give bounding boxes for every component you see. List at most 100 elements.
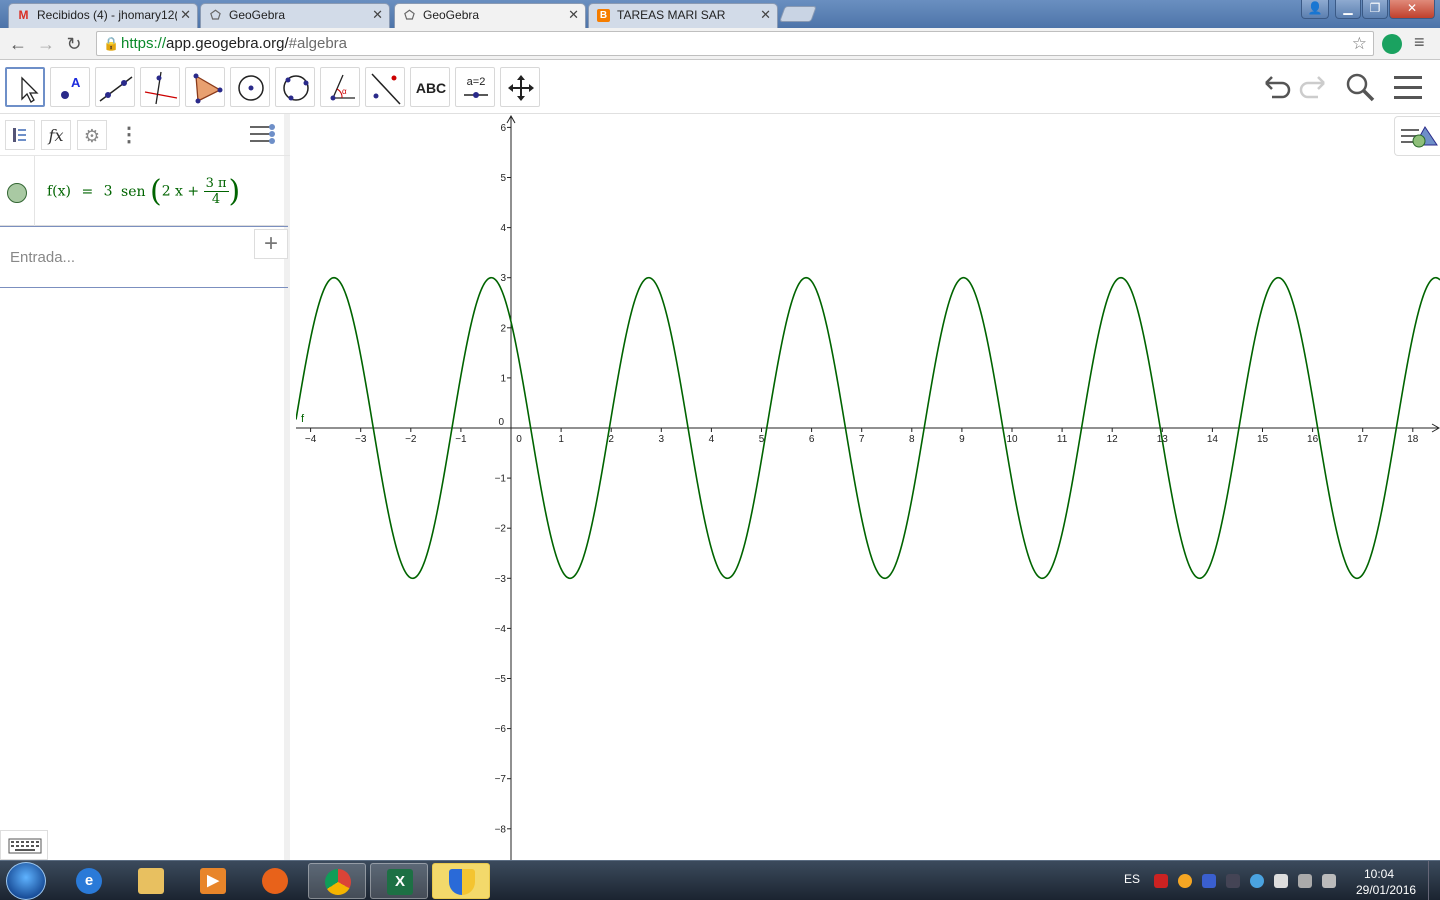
tab-title: TAREAS MARI SAR (617, 8, 726, 22)
taskbar-app-firefox[interactable] (246, 863, 304, 899)
y-tick-label: 0 (498, 417, 504, 428)
language-indicator[interactable]: ES (1124, 872, 1140, 886)
text-tool[interactable]: ABC (410, 67, 450, 107)
x-tick-label: 14 (1207, 434, 1219, 445)
close-icon[interactable]: ✕ (760, 4, 771, 26)
browser-toolbar: ← → ↻ 🔒 https://app.geogebra.org/#algebr… (0, 28, 1440, 60)
y-tick-label: 5 (500, 173, 506, 184)
circle-tool[interactable] (230, 67, 270, 107)
minimize-button[interactable]: ▁ (1335, 0, 1361, 19)
algebra-item-f[interactable]: f(x) = 3 sen (2 x + 3 π 4 ) (0, 156, 288, 226)
close-icon[interactable]: ✕ (568, 4, 579, 26)
virtual-keyboard-button[interactable] (0, 830, 48, 860)
sort-by-icon[interactable] (5, 120, 35, 150)
clock-date[interactable]: 29/01/2016 (1356, 883, 1416, 897)
undo-icon (1265, 76, 1291, 99)
maximize-button[interactable]: ❐ (1362, 0, 1388, 19)
move-graphics-view-tool[interactable] (500, 67, 540, 107)
clock-time[interactable]: 10:04 (1364, 867, 1394, 881)
angle-tool[interactable]: α (320, 67, 360, 107)
formula-lhs: f(x) (47, 183, 72, 200)
new-tab-button[interactable] (779, 6, 817, 22)
taskbar-app-explorer[interactable] (122, 863, 180, 899)
x-tick-label: −2 (405, 434, 417, 445)
more-options-icon[interactable]: ⋮ (114, 120, 144, 150)
redo-button[interactable] (1296, 69, 1332, 105)
grammarly-extension-icon[interactable] (1382, 34, 1402, 54)
browser-tab-geogebra-active[interactable]: ⬠ GeoGebra ✕ (394, 3, 586, 29)
windows-start-button[interactable] (6, 862, 46, 900)
tray-app-icon[interactable] (1154, 874, 1168, 888)
reflect-tool[interactable] (365, 67, 405, 107)
x-tick-label: 4 (709, 434, 715, 445)
back-arrow-icon[interactable]: ← (6, 32, 30, 56)
move-tool[interactable] (5, 67, 45, 107)
browser-tab-geogebra-1[interactable]: ⬠ GeoGebra ✕ (200, 3, 390, 28)
forward-arrow-icon[interactable]: → (34, 32, 58, 56)
close-icon[interactable]: ✕ (180, 4, 191, 26)
point-tool[interactable]: A (50, 67, 90, 107)
taskbar-app-chrome[interactable] (308, 863, 366, 899)
action-center-flag-icon[interactable] (1274, 874, 1288, 888)
divider (34, 156, 35, 226)
tray-app-icon[interactable] (1202, 874, 1216, 888)
undo-button[interactable] (1258, 69, 1294, 105)
main-menu-button[interactable] (1390, 69, 1426, 105)
tray-app-icon[interactable] (1178, 874, 1192, 888)
blogger-icon: B (597, 9, 610, 22)
reload-icon[interactable]: ↻ (62, 32, 86, 56)
taskbar-app-security[interactable] (432, 863, 490, 899)
perpendicular-line-tool[interactable] (140, 67, 180, 107)
excel-icon: X (387, 869, 413, 895)
x-tick-label: −4 (305, 434, 317, 445)
graphics-style-icon (1401, 126, 1438, 148)
plus-icon[interactable]: + (254, 229, 288, 259)
network-icon[interactable] (1298, 874, 1312, 888)
input-field[interactable] (10, 245, 240, 269)
tray-app-icon[interactable] (1226, 874, 1240, 888)
taskbar-app-excel[interactable]: X (370, 863, 428, 899)
search-button[interactable] (1342, 69, 1378, 105)
browser-tab-gmail[interactable]: M Recibidos (4) - jhomary12( ✕ (8, 3, 198, 28)
redo-icon (1299, 76, 1325, 99)
x-tick-label: 17 (1357, 434, 1369, 445)
visibility-toggle[interactable] (7, 183, 27, 203)
close-window-button[interactable]: ✕ (1389, 0, 1435, 19)
slider-tool[interactable]: a=2 (455, 67, 495, 107)
taskbar-app-ie[interactable]: e (60, 863, 118, 899)
user-profile-button[interactable]: 👤 (1301, 0, 1329, 19)
x-tick-label: 6 (809, 434, 815, 445)
style-bar-toggle-button[interactable] (248, 120, 278, 150)
polygon-icon (193, 73, 223, 104)
conic-tool[interactable] (275, 67, 315, 107)
point-icon: A (61, 75, 81, 99)
address-bar[interactable]: 🔒 https://app.geogebra.org/#algebra ☆ (96, 31, 1374, 56)
formula-coefficient: 3 (103, 183, 113, 200)
geogebra-icon: ⬠ (210, 8, 221, 22)
fraction-numerator: 3 π (203, 176, 229, 192)
chrome-menu-icon[interactable]: ≡ (1414, 32, 1425, 53)
x-tick-label: 18 (1407, 434, 1419, 445)
line-tool[interactable] (95, 67, 135, 107)
show-desktop-button[interactable] (1428, 861, 1440, 900)
circle-with-center-icon (238, 75, 264, 101)
firefox-icon (262, 868, 288, 894)
close-icon[interactable]: ✕ (372, 4, 383, 26)
file-explorer-icon (138, 868, 164, 894)
taskbar-app-media[interactable]: ▶ (184, 863, 242, 899)
y-tick-label: 4 (500, 223, 506, 234)
function-definition[interactable]: f(x) = 3 sen (2 x + 3 π 4 ) (47, 174, 240, 209)
line-icon (99, 76, 133, 102)
graphics-view[interactable]: −4 −3 −2 −1 0 1 2 3 4 5 6 7 8 9 10 11 12 13 14 15 16 17 18 6 5 4 3… (296, 114, 1440, 860)
browser-tab-blogger[interactable]: B TAREAS MARI SAR ✕ (588, 3, 778, 28)
gear-icon[interactable]: ⚙ (77, 120, 107, 150)
graphics-canvas[interactable]: −4 −3 −2 −1 0 1 2 3 4 5 6 7 8 9 10 11 12 13 14 15 16 17 186543… (296, 114, 1440, 860)
tray-app-icon[interactable] (1250, 874, 1264, 888)
polygon-tool[interactable] (185, 67, 225, 107)
volume-icon[interactable] (1322, 874, 1336, 888)
graphics-style-bar-button[interactable] (1394, 116, 1440, 156)
y-tick-label: −6 (495, 724, 507, 735)
bookmark-star-icon[interactable]: ☆ (1352, 32, 1367, 55)
y-tick-label: 1 (500, 373, 506, 384)
toggle-auxiliary-objects-button[interactable]: 𝑓x (41, 120, 71, 150)
